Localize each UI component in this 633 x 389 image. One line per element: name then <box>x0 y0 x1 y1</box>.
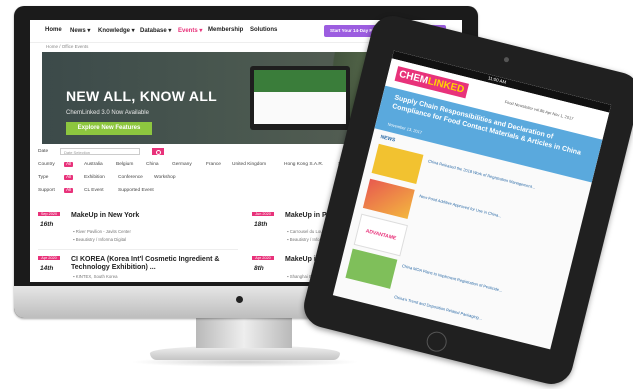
date-label: Date <box>38 149 49 154</box>
breadcrumb: Home / Office Events <box>46 44 89 49</box>
nav-events[interactable]: Events ▾ <box>178 27 202 34</box>
date-search-button[interactable] <box>152 148 164 155</box>
hero-title: NEW ALL, KNOW ALL <box>66 88 218 104</box>
news-thumbnail <box>371 143 424 185</box>
news-heading: NEWS <box>379 134 396 144</box>
event-title-continued[interactable]: Technology Exhibition) ... <box>71 264 156 271</box>
hero-subtitle: ChemLinked 3.0 Now Available <box>66 110 149 116</box>
banner-date: November 13, 2017 <box>387 121 423 135</box>
support-label: Support <box>38 188 55 193</box>
type-chip[interactable]: Conference <box>118 175 143 180</box>
event-month: Apr 2020 <box>38 256 60 260</box>
support-chip[interactable]: CL Event <box>84 188 104 193</box>
event-organizer: ▪ Beautistry / Informa Digital <box>73 237 127 242</box>
country-chip[interactable]: United Kingdom <box>232 162 266 167</box>
support-chip[interactable]: Supported Event <box>118 188 154 193</box>
nav-knowledge[interactable]: Knowledge ▾ <box>98 27 135 34</box>
type-chip[interactable]: Workshop <box>154 175 176 180</box>
event-month: Apr 2020 <box>252 256 274 260</box>
nav-membership[interactable]: Membership <box>208 27 243 33</box>
country-chip[interactable]: Belgium <box>116 162 133 167</box>
news-link[interactable]: China MOA Plans to Implement Registratio… <box>401 263 554 306</box>
news-link[interactable]: China's Trend and Deposition Related Pac… <box>394 294 547 337</box>
type-label: Type <box>38 175 49 180</box>
country-chip[interactable]: France <box>206 162 221 167</box>
event-title[interactable]: MakeUp in New York <box>71 212 139 219</box>
support-all-chip[interactable]: All <box>64 188 74 193</box>
country-all-chip[interactable]: All <box>64 162 74 167</box>
country-chip[interactable]: Germany <box>172 162 192 167</box>
event-day: 16th <box>40 221 54 228</box>
event-day: 8th <box>254 265 264 272</box>
tablet-screen: 11:00 AM CHEMLINKED Food Newsletter vol.… <box>332 50 612 350</box>
event-day: 14th <box>40 265 54 272</box>
event-month: Sep 2020 <box>38 212 60 216</box>
country-chip[interactable]: China <box>146 162 159 167</box>
country-chip[interactable]: Hong Kong S.A.R. <box>284 162 323 167</box>
tablet-body: 11:00 AM CHEMLINKED Food Newsletter vol.… <box>299 11 633 389</box>
nav-solutions[interactable]: Solutions <box>250 27 277 33</box>
monitor-logo-dot <box>236 296 243 303</box>
type-chip[interactable]: Exhibition <box>84 175 105 180</box>
event-venue: ▪ River Pavilion - Javits Center <box>73 229 131 234</box>
country-chip[interactable]: Australia <box>84 162 103 167</box>
explore-features-button[interactable]: Explore New Features <box>66 122 152 135</box>
tablet-camera <box>503 56 510 63</box>
type-all-chip[interactable]: All <box>64 175 74 180</box>
nav-home[interactable]: Home <box>45 27 62 33</box>
nav-database[interactable]: Database ▾ <box>140 27 171 34</box>
country-label: Country <box>38 162 55 167</box>
event-item[interactable]: Apr 2020 14th CI KOREA (Korea Int'l Cosm… <box>38 256 248 282</box>
news-thumbnail <box>345 248 398 289</box>
nav-news[interactable]: News ▾ <box>70 27 90 34</box>
date-selection-input[interactable]: Date Selection <box>60 148 140 155</box>
news-thumbnail <box>362 178 415 219</box>
event-title[interactable]: CI KOREA (Korea Int'l Cosmetic Ingredien… <box>71 256 219 263</box>
event-item[interactable]: Sep 2020 16th MakeUp in New York ▪ River… <box>38 212 238 252</box>
news-link[interactable]: New Food Additive Approved for Use in Ch… <box>419 193 572 236</box>
event-day: 18th <box>254 221 268 228</box>
tablet-device: 11:00 AM CHEMLINKED Food Newsletter vol.… <box>299 11 633 389</box>
monitor-stand <box>196 318 292 348</box>
home-button-icon[interactable] <box>424 329 449 354</box>
event-venue: ▪ KINTEX, South Korea <box>73 274 118 279</box>
monitor-base <box>150 346 340 360</box>
divider <box>38 249 238 250</box>
event-month: Jun 2020 <box>252 212 274 216</box>
